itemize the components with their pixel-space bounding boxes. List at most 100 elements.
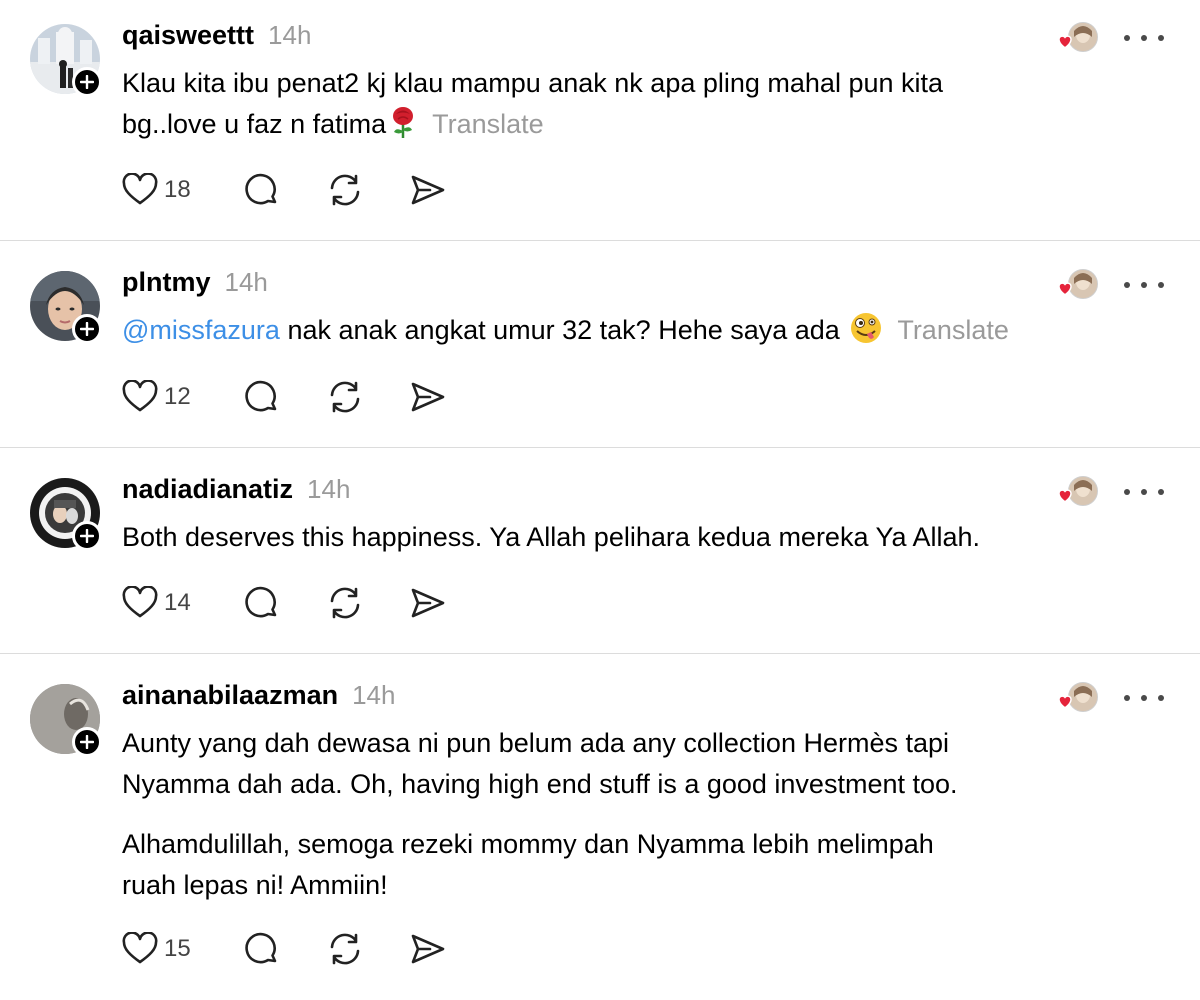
plus-icon [80,322,94,336]
like-button[interactable]: 14 [122,586,244,620]
comment-text: Aunty yang dah dewasa ni pun belum ada a… [122,723,1102,906]
like-button[interactable]: 15 [122,932,244,966]
post-header: plntmy 14h [122,267,268,298]
comment-text: @missfazura nak anak angkat umur 32 tak?… [122,310,1102,351]
comment-post: ainanabilaazman 14h Aunty yang dah dewas… [0,654,1200,1000]
like-count: 14 [164,589,191,616]
username[interactable]: ainanabilaazman [122,680,338,711]
share-button[interactable] [410,586,446,620]
comment-text-line: Both deserves this happiness. Ya Allah p… [122,522,981,552]
repost-button[interactable] [326,379,410,415]
follow-plus-button[interactable] [72,314,102,344]
like-button[interactable]: 12 [122,380,244,414]
more-options-button[interactable] [1124,482,1164,502]
post-header: qaisweettt 14h [122,20,311,51]
avatar-container[interactable] [30,478,102,551]
author-liked-indicator [1056,682,1098,714]
heart-outline-icon [122,380,158,412]
share-button[interactable] [410,380,446,414]
heart-outline-icon [122,586,158,618]
action-bar: 15 [122,931,446,967]
rose-emoji-icon [393,107,414,138]
post-header: ainanabilaazman 14h [122,680,395,711]
more-options-button[interactable] [1124,275,1164,295]
timestamp[interactable]: 14h [268,20,311,51]
comment-bubble-icon [245,173,277,205]
heart-icon [1058,282,1072,296]
comment-thread: qaisweettt 14h Klau kita ibu penat2 kj k… [0,0,1200,1000]
comment-text-line: Aunty yang dah dewasa ni pun belum ada a… [122,728,950,758]
comment-bubble-icon [245,380,277,412]
more-options-button[interactable] [1124,688,1164,708]
comment-text-line: Alhamdulillah, semoga rezeki mommy dan N… [122,829,934,859]
like-count: 15 [164,935,191,962]
repost-icon [330,933,360,965]
send-icon [411,934,445,964]
comment-post: qaisweettt 14h Klau kita ibu penat2 kj k… [0,0,1200,241]
share-button[interactable] [410,173,446,207]
comment-text: Klau kita ibu penat2 kj klau mampu anak … [122,63,1102,145]
comment-bubble-icon [245,586,277,618]
reply-button[interactable] [244,585,326,621]
heart-icon [1058,35,1072,49]
like-count: 12 [164,383,191,410]
like-button[interactable]: 18 [122,173,244,207]
repost-icon [330,381,360,413]
heart-icon [1058,489,1072,503]
more-options-button[interactable] [1124,28,1164,48]
reply-button[interactable] [244,172,326,208]
avatar-container[interactable] [30,271,102,344]
heart-outline-icon [122,932,158,964]
username[interactable]: plntmy [122,267,211,298]
plus-icon [80,735,94,749]
plus-icon [80,75,94,89]
comment-text-line: bg..love u faz n fatima [122,109,387,139]
timestamp[interactable]: 14h [225,267,268,298]
mention-link[interactable]: @missfazura [122,315,280,345]
zany-face-emoji-icon [851,313,882,343]
send-icon [411,175,445,205]
follow-plus-button[interactable] [72,727,102,757]
username[interactable]: qaisweettt [122,20,254,51]
heart-icon [1058,695,1072,709]
repost-button[interactable] [326,172,410,208]
send-icon [411,588,445,618]
comment-text-line: ruah lepas ni! Ammiin! [122,870,388,900]
translate-link[interactable]: Translate [432,109,544,139]
heart-outline-icon [122,173,158,205]
timestamp[interactable]: 14h [307,474,350,505]
comment-text-line: nak anak angkat umur 32 tak? Hehe saya a… [279,315,848,345]
reply-button[interactable] [244,379,326,415]
plus-icon [80,529,94,543]
repost-button[interactable] [326,585,410,621]
timestamp[interactable]: 14h [352,680,395,711]
like-count: 18 [164,176,191,203]
avatar-container[interactable] [30,684,102,757]
translate-link[interactable]: Translate [897,315,1009,345]
action-bar: 14 [122,585,446,621]
repost-icon [330,587,360,619]
comment-text-line: Klau kita ibu penat2 kj klau mampu anak … [122,68,944,98]
author-liked-indicator [1056,476,1098,508]
follow-plus-button[interactable] [72,67,102,97]
comment-text-line: Nyamma dah ada. Oh, having high end stuf… [122,769,958,799]
share-button[interactable] [410,932,446,966]
avatar-container[interactable] [30,24,102,97]
send-icon [411,382,445,412]
repost-button[interactable] [326,931,410,967]
post-header: nadiadianatiz 14h [122,474,350,505]
comment-paragraph: Alhamdulillah, semoga rezeki mommy dan N… [122,824,1102,906]
comment-post: plntmy 14h @missfazura nak anak angkat u… [0,241,1200,448]
comment-paragraph: Aunty yang dah dewasa ni pun belum ada a… [122,723,1102,805]
author-liked-indicator [1056,22,1098,54]
comment-bubble-icon [245,932,277,964]
follow-plus-button[interactable] [72,521,102,551]
repost-icon [330,174,360,206]
username[interactable]: nadiadianatiz [122,474,293,505]
comment-post: nadiadianatiz 14h Both deserves this hap… [0,448,1200,654]
author-liked-indicator [1056,269,1098,301]
action-bar: 18 [122,172,446,208]
reply-button[interactable] [244,931,326,967]
action-bar: 12 [122,379,446,415]
comment-text: Both deserves this happiness. Ya Allah p… [122,517,1102,558]
